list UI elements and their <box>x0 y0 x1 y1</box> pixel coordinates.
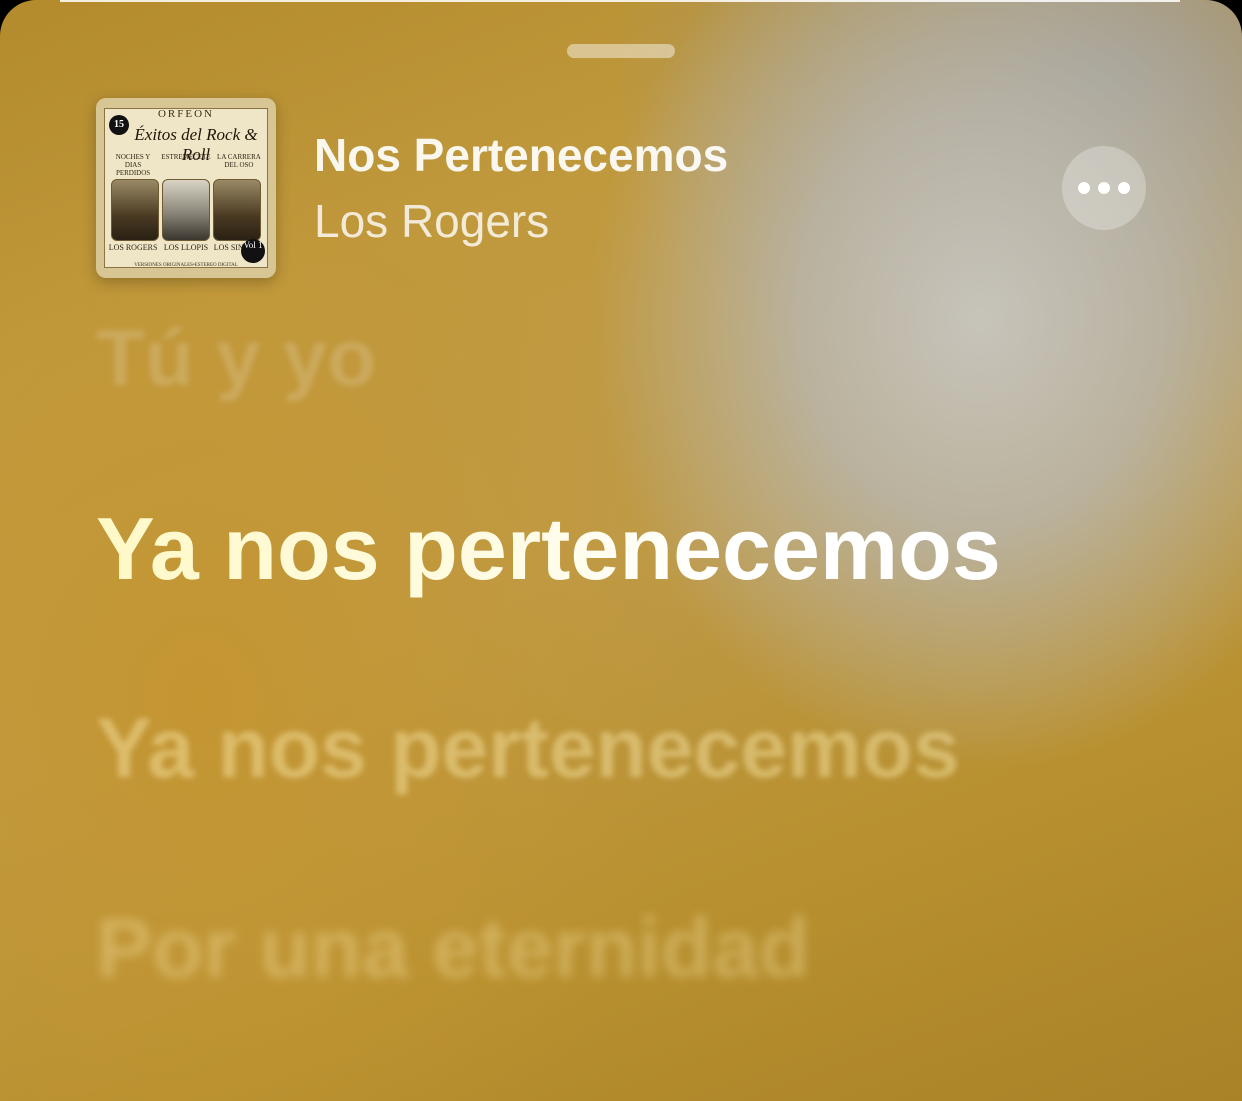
album-song: NOCHES Y DIAS PERDIDOS <box>115 153 151 177</box>
sheet-top-edge <box>60 0 1180 2</box>
lyric-line-current[interactable]: Ya nos pertenecemos <box>96 498 1001 600</box>
album-brand: ORFEON <box>157 108 214 120</box>
ellipsis-icon <box>1118 182 1130 194</box>
album-badge: 15 <box>109 115 129 135</box>
album-photos <box>111 179 261 241</box>
lyric-line-past[interactable]: Tú y yo <box>96 312 376 404</box>
album-cover-frame: ORFEON 15 Éxitos del Rock & Roll NOCHES … <box>104 108 268 268</box>
album-photo <box>213 179 261 241</box>
album-artist: LOS LLOPIS <box>163 243 209 252</box>
lyric-line-next[interactable]: Por una eternidad <box>96 900 810 997</box>
ellipsis-icon <box>1078 182 1090 194</box>
artist-name[interactable]: Los Rogers <box>314 194 549 248</box>
album-artwork[interactable]: ORFEON 15 Éxitos del Rock & Roll NOCHES … <box>96 98 276 278</box>
song-title[interactable]: Nos Pertenecemos <box>314 128 728 182</box>
lyrics-sheet: ORFEON 15 Éxitos del Rock & Roll NOCHES … <box>0 0 1242 1101</box>
album-song-list: NOCHES Y DIAS PERDIDOS ESTREMECETE LA CA… <box>107 153 265 177</box>
album-artist: LOS ROGERS <box>108 243 158 252</box>
lyric-line-next[interactable]: Ya nos pertenecemos <box>96 700 960 797</box>
album-song: LA CARRERA DEL OSO <box>217 153 261 169</box>
album-song: ESTREMECETE <box>161 153 211 161</box>
sheet-grabber-handle[interactable] <box>567 44 675 58</box>
ellipsis-icon <box>1098 182 1110 194</box>
album-photo <box>162 179 210 241</box>
album-volume-badge: Vol 1 <box>241 239 265 263</box>
album-photo <box>111 179 159 241</box>
more-options-button[interactable] <box>1062 146 1146 230</box>
album-footer: VERSIONES ORIGINALES•ESTEREO DIGITAL <box>134 263 238 268</box>
